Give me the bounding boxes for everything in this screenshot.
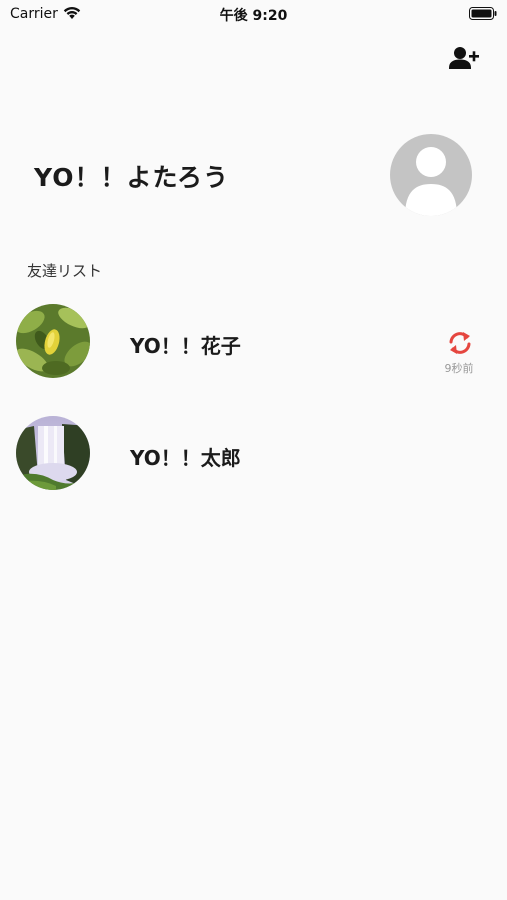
status-bar: Carrier 午後 9:20 [0, 0, 507, 28]
profile-avatar[interactable] [390, 134, 472, 216]
leaf-photo-image [16, 304, 90, 378]
friend-avatar [16, 304, 90, 378]
friend-name: YO！！花子 [130, 334, 241, 358]
friend-row[interactable]: YO！！太郎 [0, 412, 507, 512]
person-silhouette-icon [405, 147, 457, 216]
friends-section-title: 友達リスト [27, 262, 103, 280]
friend-name: YO！！太郎 [130, 446, 241, 470]
waterfall-photo-image [16, 416, 90, 490]
add-friend-button[interactable] [448, 44, 480, 74]
friend-avatar [16, 416, 90, 490]
sync-icon[interactable] [446, 330, 474, 356]
profile-name: YO！！よたろう [34, 163, 229, 192]
friend-row[interactable]: YO！！花子 9秒前 [0, 300, 507, 400]
battery-icon [469, 7, 497, 20]
person-add-icon [449, 47, 479, 69]
last-yo-time: 9秒前 [444, 362, 474, 375]
clock-time: 午後 9:20 [219, 8, 288, 24]
